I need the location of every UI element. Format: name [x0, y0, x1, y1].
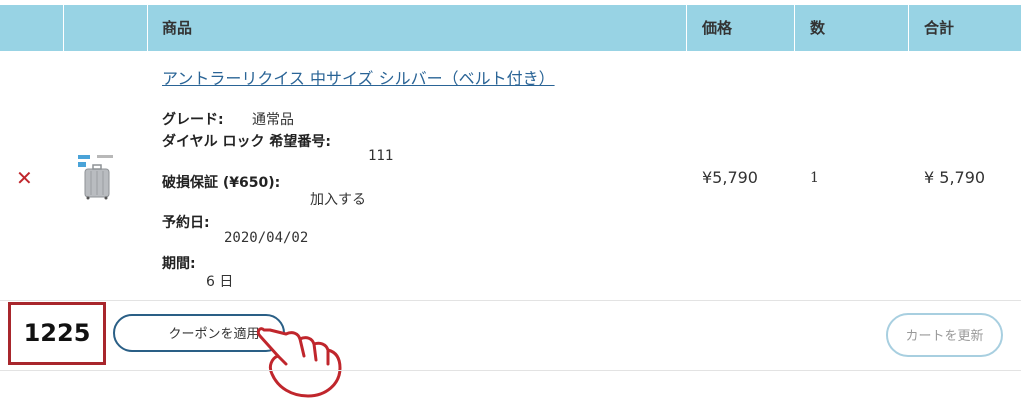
table-header: 商品 価格 数 合計	[0, 5, 1021, 51]
option-value-reservation-date: 2020/04/02	[224, 230, 309, 246]
header-quantity: 数	[810, 19, 826, 37]
update-cart-button[interactable]: カートを更新	[886, 313, 1003, 357]
option-label-damage-protection: 破損保証 (¥650):	[162, 175, 281, 191]
header-total: 合計	[924, 19, 955, 37]
header-divider	[63, 5, 64, 51]
header-divider	[794, 5, 795, 51]
header-divider	[908, 5, 909, 51]
header-divider	[147, 5, 148, 51]
annotation-number: 1225	[8, 302, 106, 365]
option-value-grade: 通常品	[252, 112, 294, 128]
item-price: ¥5,790	[702, 168, 758, 187]
item-total: ¥ 5,790	[924, 168, 986, 187]
option-label-period: 期間:	[162, 256, 196, 272]
option-label-grade: グレード:	[162, 112, 224, 128]
footer-divider	[0, 370, 1021, 371]
header-product: 商品	[162, 19, 193, 37]
header-price: 価格	[702, 19, 733, 37]
suitcase-thumbnail[interactable]	[77, 153, 115, 201]
remove-item-icon[interactable]: ✕	[16, 166, 33, 190]
item-quantity[interactable]: 1	[810, 170, 819, 186]
option-value-period: 6 日	[206, 274, 234, 290]
header-divider	[686, 5, 687, 51]
option-value-dial-lock: 111	[368, 148, 394, 164]
option-value-damage-protection: 加入する	[310, 192, 366, 208]
option-label-reservation-date: 予約日:	[162, 215, 210, 231]
option-label-dial-lock: ダイヤル ロック 希望番号:	[162, 134, 331, 150]
pointing-hand-icon	[256, 327, 342, 398]
row-divider	[0, 300, 1021, 301]
product-name-link[interactable]: アントラーリクイス 中サイズ シルバー（ベルト付き）	[162, 65, 555, 89]
